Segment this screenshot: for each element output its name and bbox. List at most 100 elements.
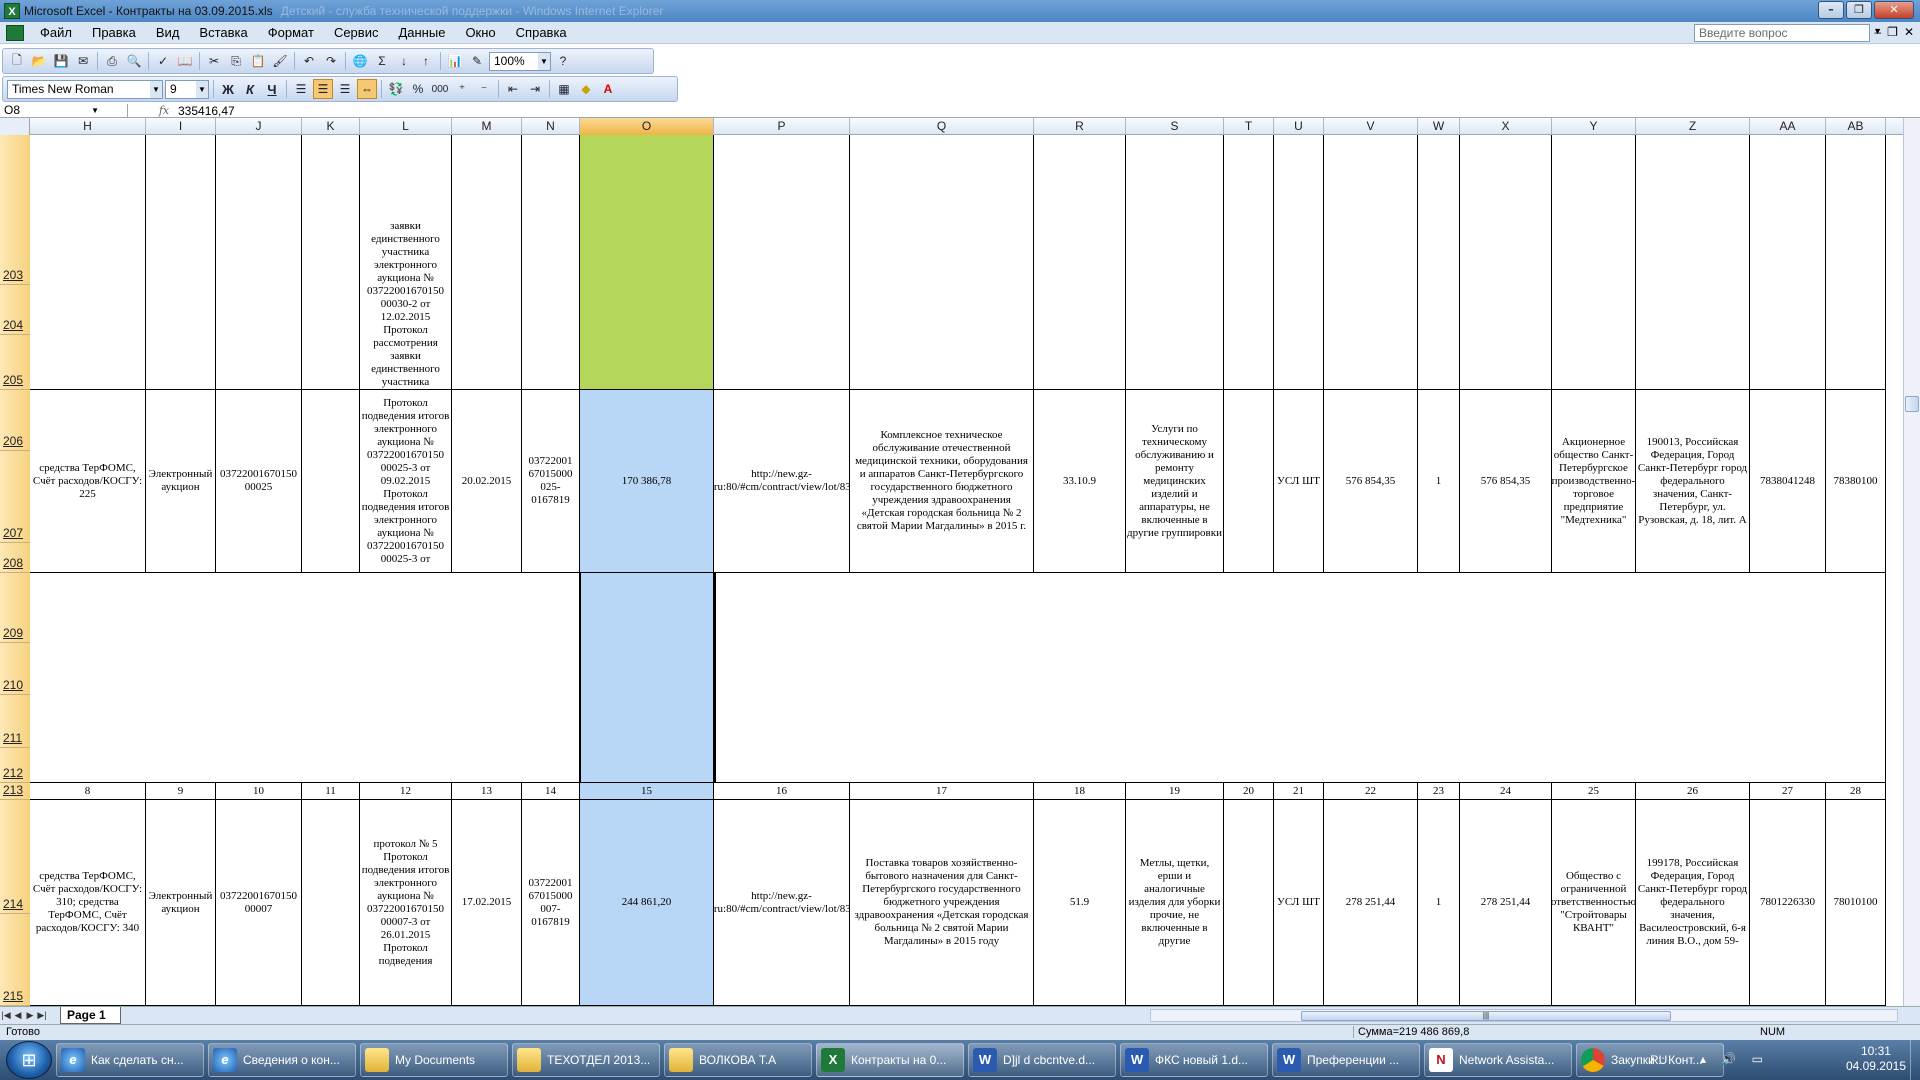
cell-block2-w[interactable]: 1 <box>1418 390 1460 573</box>
formula-input[interactable]: 335416,47 <box>174 104 235 118</box>
workbook-icon[interactable] <box>6 24 24 41</box>
column-header-aa[interactable]: AA <box>1750 118 1826 135</box>
taskbar-item[interactable]: e Сведения о кон... <box>208 1043 356 1077</box>
percent-button[interactable]: % <box>408 79 428 99</box>
cell-number-aa[interactable]: 27 <box>1750 783 1826 800</box>
sheet-tab-page1[interactable]: Page 1 <box>60 1007 121 1024</box>
cell-number-y[interactable]: 25 <box>1552 783 1636 800</box>
cell-block2-l[interactable]: Протокол подведения итогов электронного … <box>360 390 452 573</box>
cell-number-i[interactable]: 9 <box>146 783 216 800</box>
menu-window[interactable]: Окно <box>455 25 505 40</box>
cell-block2-r[interactable]: 33.10.9 <box>1034 390 1126 573</box>
row-header-206[interactable]: 206 <box>0 390 30 451</box>
menu-tools[interactable]: Сервис <box>324 25 389 40</box>
cell-number-v[interactable]: 22 <box>1324 783 1418 800</box>
workbook-minimize-icon[interactable]: – <box>1874 25 1881 39</box>
cell-block3-m[interactable]: 17.02.2015 <box>452 800 522 1006</box>
cell-number-h[interactable]: 8 <box>30 783 146 800</box>
column-header-x[interactable]: X <box>1460 118 1552 135</box>
taskbar-item[interactable]: W ФКС новый 1.d... <box>1120 1043 1268 1077</box>
cell-block3-i[interactable]: Электронный аукцион <box>146 800 216 1006</box>
cut-icon[interactable]: ✂ <box>204 51 224 71</box>
column-header-p[interactable]: P <box>714 118 850 135</box>
cell-block1-l[interactable]: заявки единственного участника электронн… <box>360 135 452 390</box>
format-painter-icon[interactable]: 🖌 <box>270 51 290 71</box>
italic-button[interactable]: К <box>240 79 260 99</box>
cell-number-l[interactable]: 12 <box>360 783 452 800</box>
chevron-down-icon[interactable]: ▼ <box>196 80 208 98</box>
print-icon[interactable]: ⎙ <box>102 51 122 71</box>
font-size-select[interactable]: 9 ▼ <box>165 79 209 99</box>
cell-block2-z[interactable]: 190013, Российская Федерация, Город Санк… <box>1636 390 1750 573</box>
cell-block2-x[interactable]: 576 854,35 <box>1460 390 1552 573</box>
cell-block2-aa[interactable]: 7838041248 <box>1750 390 1826 573</box>
last-sheet-icon[interactable]: ▶| <box>36 1010 48 1021</box>
cell-block2-q[interactable]: Комплексное техническое обслуживание оте… <box>850 390 1034 573</box>
cell-block1-z[interactable] <box>1636 135 1750 390</box>
cell-block2-n[interactable]: 03722001 67015000 025- 0167819 <box>522 390 580 573</box>
first-sheet-icon[interactable]: |◀ <box>0 1010 12 1021</box>
increase-decimal-icon[interactable]: ⁺ <box>452 79 472 99</box>
column-header-i[interactable]: I <box>146 118 216 135</box>
row-header-213[interactable]: 213 <box>0 783 30 800</box>
cell-block3-ab[interactable]: 78010100 <box>1826 800 1886 1006</box>
cell-block3-v[interactable]: 278 251,44 <box>1324 800 1418 1006</box>
sort-descending-icon[interactable]: ↑ <box>416 51 436 71</box>
paste-icon[interactable]: 📋 <box>248 51 268 71</box>
cell-number-k[interactable]: 11 <box>302 783 360 800</box>
column-header-s[interactable]: S <box>1126 118 1224 135</box>
thousands-button[interactable]: 000 <box>430 79 450 99</box>
align-right-icon[interactable]: ☰ <box>335 79 355 99</box>
menu-data[interactable]: Данные <box>388 25 455 40</box>
row-header-211[interactable]: 211 <box>0 695 30 748</box>
fx-icon[interactable]: fx <box>154 104 174 117</box>
row-header-207[interactable]: 207 <box>0 451 30 543</box>
save-icon[interactable]: 💾 <box>51 51 71 71</box>
cell-block3-z[interactable]: 199178, Российская Федерация, Город Санк… <box>1636 800 1750 1006</box>
language-indicator[interactable]: RU <box>1650 1053 1667 1067</box>
column-header-o[interactable]: O <box>580 118 714 135</box>
permission-icon[interactable]: ✉ <box>73 51 93 71</box>
cell-number-w[interactable]: 23 <box>1418 783 1460 800</box>
next-sheet-icon[interactable]: ▶ <box>24 1010 36 1021</box>
cell-block1-v[interactable] <box>1324 135 1418 390</box>
select-all-corner[interactable] <box>0 118 30 135</box>
bold-button[interactable]: Ж <box>218 79 238 99</box>
chart-wizard-icon[interactable]: 📊 <box>445 51 465 71</box>
cell-number-o[interactable]: 15 <box>580 783 714 800</box>
cell-block1-r[interactable] <box>1034 135 1126 390</box>
menu-view[interactable]: Вид <box>146 25 190 40</box>
cell-block1-j[interactable] <box>216 135 302 390</box>
column-header-ab[interactable]: AB <box>1826 118 1886 135</box>
cell-number-u[interactable]: 21 <box>1274 783 1324 800</box>
cell-block1-q[interactable] <box>850 135 1034 390</box>
cell-number-x[interactable]: 24 <box>1460 783 1552 800</box>
autosum-icon[interactable]: Σ <box>372 51 392 71</box>
column-header-w[interactable]: W <box>1418 118 1460 135</box>
cell-block3-n[interactable]: 03722001 67015000 007- 0167819 <box>522 800 580 1006</box>
row-header-205[interactable]: 205 <box>0 335 30 390</box>
cell-block3-j[interactable]: 03722001670150 00007 <box>216 800 302 1006</box>
taskbar-item[interactable]: W Преференции ... <box>1272 1043 1420 1077</box>
new-file-icon[interactable]: 🗋 <box>7 51 27 71</box>
cell-block1-p[interactable] <box>714 135 850 390</box>
cell-number-m[interactable]: 13 <box>452 783 522 800</box>
cell-number-t[interactable]: 20 <box>1224 783 1274 800</box>
cell-block3-w[interactable]: 1 <box>1418 800 1460 1006</box>
cell-block3-x[interactable]: 278 251,44 <box>1460 800 1552 1006</box>
decrease-indent-icon[interactable]: ⇤ <box>503 79 523 99</box>
cell-block3-aa[interactable]: 7801226330 <box>1750 800 1826 1006</box>
column-header-h[interactable]: H <box>30 118 146 135</box>
chevron-down-icon[interactable]: ▼ <box>150 80 162 98</box>
menu-file[interactable]: Файл <box>30 25 82 40</box>
decrease-decimal-icon[interactable]: ⁻ <box>474 79 494 99</box>
help-icon[interactable]: ? <box>553 51 573 71</box>
start-button[interactable]: ⊞ <box>6 1041 52 1079</box>
increase-indent-icon[interactable]: ⇥ <box>525 79 545 99</box>
cell-block3-l[interactable]: протокол № 5 Протокол подведения итогов … <box>360 800 452 1006</box>
cell-block1-w[interactable] <box>1418 135 1460 390</box>
font-color-icon[interactable]: A <box>598 79 618 99</box>
cell-block3-p[interactable]: http://new.gz-spb.ru:80/#cm/contract/vie… <box>714 800 850 1006</box>
row-header-212[interactable]: 212 <box>0 748 30 783</box>
prev-sheet-icon[interactable]: ◀ <box>12 1010 24 1021</box>
